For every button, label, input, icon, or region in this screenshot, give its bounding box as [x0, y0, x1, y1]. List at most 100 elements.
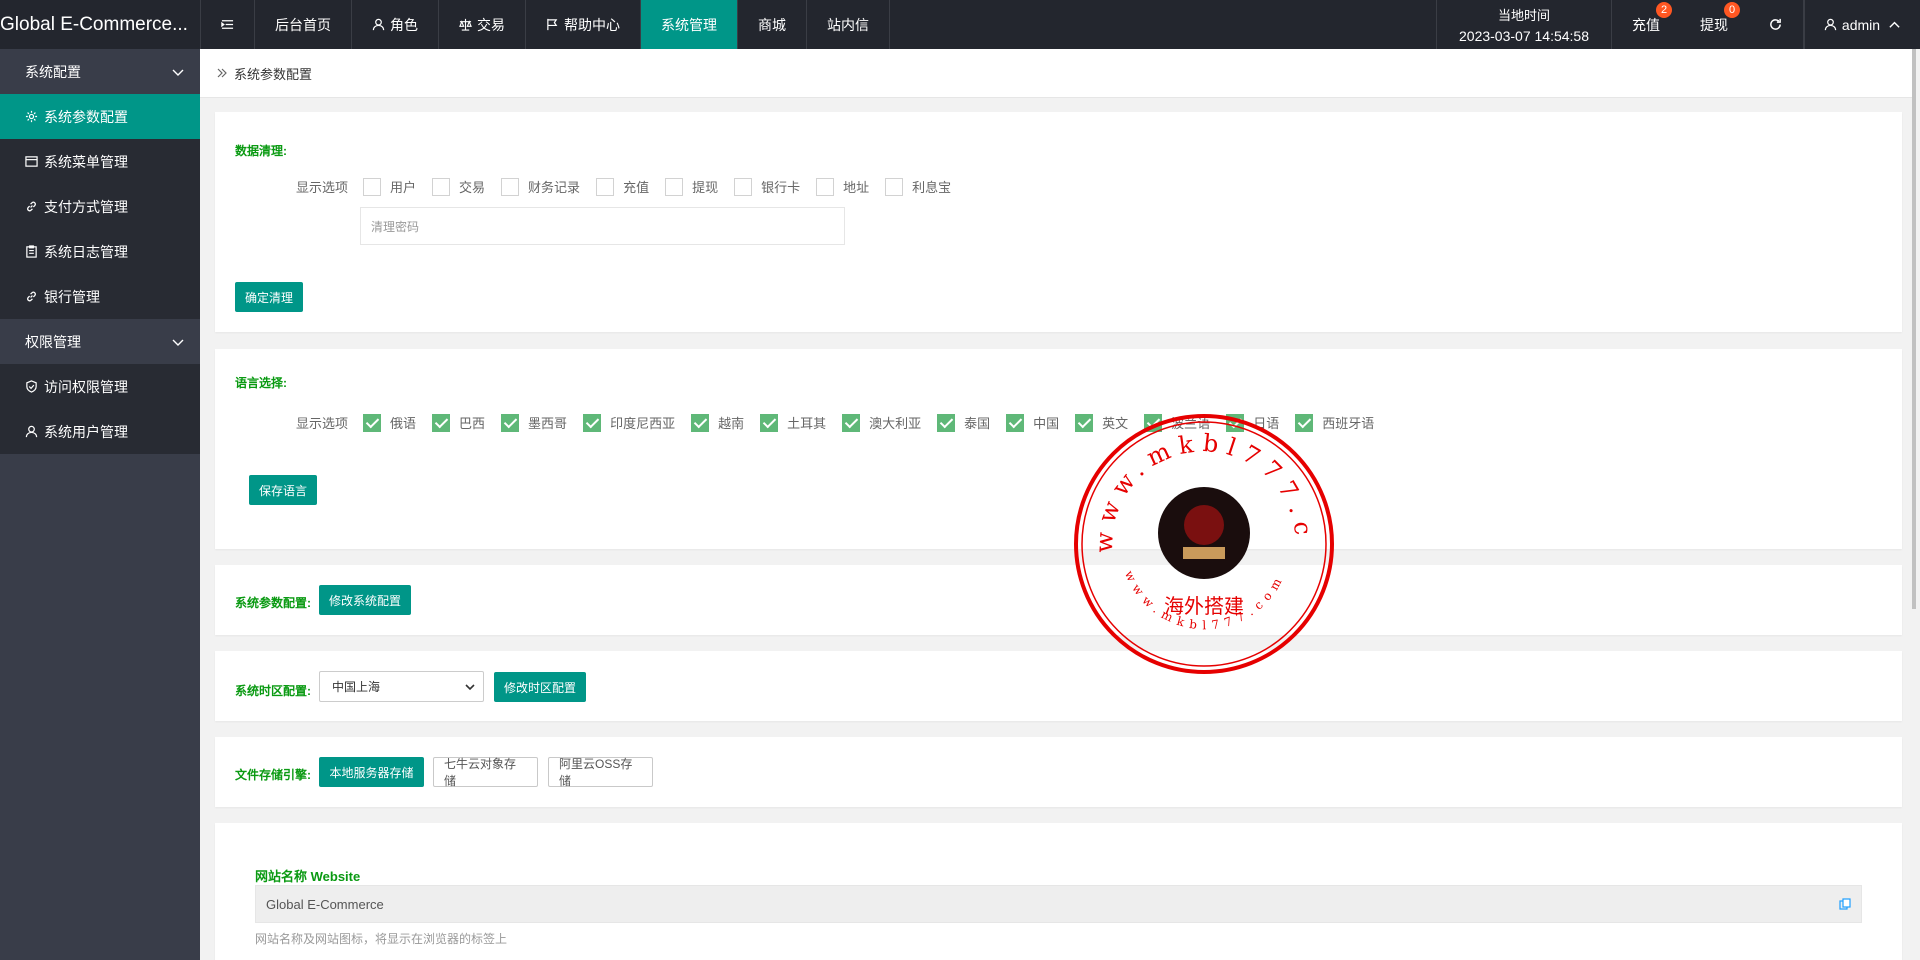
lang-japanese[interactable]: 日语 [1226, 413, 1279, 432]
checkbox-recharge[interactable]: 充值 [596, 177, 649, 196]
nav-system[interactable]: 系统管理 [640, 0, 737, 49]
nav-trade[interactable]: 交易 [438, 0, 525, 49]
language-card: 语言选择: 显示选项 俄语 巴西 墨西哥 印度尼西亚 越南 土耳其 澳大利亚 泰… [215, 349, 1902, 549]
sidebar-item-label: 系统参数配置 [44, 108, 128, 125]
checkbox-user[interactable]: 用户 [363, 177, 416, 196]
double-chevron-right-icon [217, 68, 227, 78]
chevron-down-icon [465, 683, 475, 690]
checkbox-label: 波兰语 [1171, 416, 1211, 431]
language-title: 语言选择: [235, 376, 287, 390]
edit-sys-config-label: 修改系统配置 [329, 593, 402, 608]
checkbox-finance[interactable]: 财务记录 [501, 177, 580, 196]
checkbox-label: 泰国 [964, 416, 991, 431]
nav-system-label: 系统管理 [661, 16, 717, 33]
sidebar-group-system-config[interactable]: 系统配置 [0, 49, 200, 94]
sidebar-item-menu-manage[interactable]: 系统菜单管理 [0, 139, 200, 184]
sidebar-item-payment-manage[interactable]: 支付方式管理 [0, 184, 200, 229]
timezone-select[interactable]: 中国上海 [319, 671, 484, 702]
lang-indonesia[interactable]: 印度尼西亚 [583, 413, 675, 432]
storage-aliyun-label: 阿里云OSS存储 [559, 757, 633, 788]
nav-mall[interactable]: 商城 [737, 0, 806, 49]
checkbox-withdraw[interactable]: 提现 [665, 177, 718, 196]
sidebar-item-system-params[interactable]: 系统参数配置 [0, 94, 200, 139]
checkbox-interest[interactable]: 利息宝 [885, 177, 951, 196]
clean-password-input[interactable]: 清理密码 [360, 207, 845, 245]
checkbox-label: 中国 [1033, 416, 1060, 431]
checkbox-label: 墨西哥 [528, 416, 568, 431]
website-name-input[interactable]: Global E-Commerce [255, 885, 1862, 923]
checkbox-label: 日语 [1253, 416, 1280, 431]
edit-timezone-button[interactable]: 修改时区配置 [494, 672, 586, 702]
sidebar-item-label: 系统菜单管理 [44, 153, 128, 170]
save-language-button[interactable]: 保存语言 [249, 475, 317, 505]
sidebar: 系统配置 系统参数配置 系统菜单管理 支付方式管理 系统日志管理 银行管理 权限… [0, 49, 200, 960]
checkbox-label: 印度尼西亚 [610, 416, 676, 431]
copy-icon[interactable] [1839, 898, 1851, 910]
checkbox-label: 交易 [459, 180, 486, 195]
timezone-title: 系统时区配置: [235, 684, 311, 698]
lang-china[interactable]: 中国 [1006, 413, 1059, 432]
lang-turkey[interactable]: 土耳其 [760, 413, 826, 432]
sidebar-toggle-button[interactable] [200, 0, 254, 49]
sidebar-item-system-users[interactable]: 系统用户管理 [0, 409, 200, 454]
confirm-clean-button[interactable]: 确定清理 [235, 282, 303, 312]
timezone-card: 系统时区配置: 中国上海 修改时区配置 [215, 651, 1902, 721]
sys-params-card: 系统参数配置: 修改系统配置 [215, 565, 1902, 635]
refresh-button[interactable] [1748, 0, 1804, 49]
user-menu[interactable]: admin [1804, 0, 1920, 49]
edit-sys-config-button[interactable]: 修改系统配置 [319, 585, 411, 615]
nav-help-label: 帮助中心 [564, 16, 620, 33]
checkbox-checked [363, 413, 382, 432]
save-language-label: 保存语言 [259, 483, 308, 498]
checkbox-checked [760, 413, 779, 432]
checkbox-box [665, 177, 684, 196]
local-time-value: 2023-03-07 14:54:58 [1459, 28, 1589, 44]
sidebar-item-bank-manage[interactable]: 银行管理 [0, 274, 200, 319]
lang-russian[interactable]: 俄语 [363, 413, 416, 432]
sidebar-item-access-manage[interactable]: 访问权限管理 [0, 364, 200, 409]
top-right: 当地时间 2023-03-07 14:54:58 充值 2 提现 0 admin [1436, 0, 1920, 49]
storage-qiniu-button[interactable]: 七牛云对象存储 [433, 757, 538, 788]
sidebar-group-permission[interactable]: 权限管理 [0, 319, 200, 364]
nav-role[interactable]: 角色 [351, 0, 438, 49]
nav-help[interactable]: 帮助中心 [525, 0, 640, 49]
top-nav: 后台首页 角色 交易 帮助中心 系统管理 商城 站内信 [200, 0, 890, 49]
breadcrumb-text: 系统参数配置 [234, 66, 313, 82]
user-icon [25, 425, 38, 438]
flag-icon [547, 18, 558, 31]
checkbox-box [816, 177, 835, 196]
chevron-down-icon [172, 69, 184, 76]
link-icon [27, 201, 36, 212]
lang-spanish[interactable]: 西班牙语 [1295, 413, 1374, 432]
lang-polish[interactable]: 波兰语 [1144, 413, 1210, 432]
checkbox-label: 提现 [692, 180, 719, 195]
checkbox-box [432, 177, 451, 196]
nav-home[interactable]: 后台首页 [254, 0, 351, 49]
recharge-link[interactable]: 充值 2 [1612, 0, 1680, 49]
checkbox-label: 越南 [718, 416, 745, 431]
checkbox-address[interactable]: 地址 [816, 177, 869, 196]
scrollbar[interactable] [1912, 49, 1916, 609]
data-clean-card: 数据清理: 显示选项 用户 交易 财务记录 充值 提现 银行卡 地址 利息宝 清… [215, 112, 1902, 332]
gear-icon [25, 110, 38, 123]
sidebar-item-log-manage[interactable]: 系统日志管理 [0, 229, 200, 274]
withdraw-label: 提现 [1700, 16, 1728, 33]
nav-messages[interactable]: 站内信 [806, 0, 890, 49]
checkbox-label: 充值 [623, 180, 650, 195]
data-clean-options: 显示选项 用户 交易 财务记录 充值 提现 银行卡 地址 利息宝 [296, 177, 967, 196]
checkbox-bankcard[interactable]: 银行卡 [734, 177, 800, 196]
checkbox-label: 巴西 [459, 416, 486, 431]
lang-vietnam[interactable]: 越南 [691, 413, 744, 432]
lang-brazil[interactable]: 巴西 [432, 413, 485, 432]
checkbox-trade[interactable]: 交易 [432, 177, 485, 196]
lang-thailand[interactable]: 泰国 [937, 413, 990, 432]
storage-local-button[interactable]: 本地服务器存储 [319, 757, 424, 787]
lang-australia[interactable]: 澳大利亚 [842, 413, 921, 432]
withdraw-link[interactable]: 提现 0 [1680, 0, 1748, 49]
username: admin [1841, 16, 1881, 33]
lang-english[interactable]: 英文 [1075, 413, 1128, 432]
menu-icon [25, 156, 38, 167]
lang-mexico[interactable]: 墨西哥 [501, 413, 567, 432]
storage-aliyun-button[interactable]: 阿里云OSS存储 [548, 757, 653, 788]
language-row-label: 显示选项 [296, 416, 349, 431]
